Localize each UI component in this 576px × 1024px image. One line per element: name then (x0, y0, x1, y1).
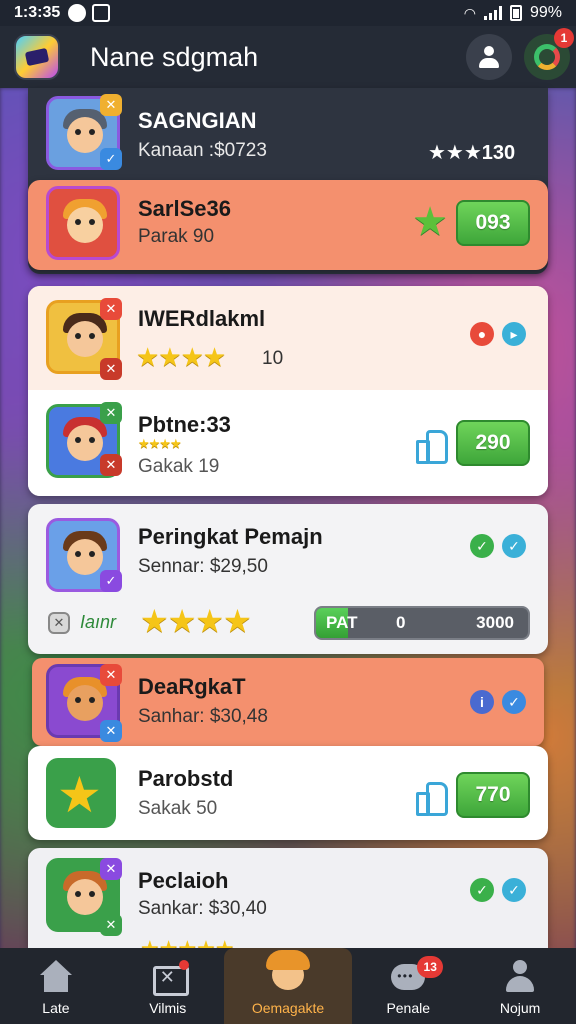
status-bar: 1:3:35 ◠ 99% (0, 0, 576, 26)
score-button[interactable]: 770 (456, 772, 530, 818)
person-icon (503, 960, 537, 994)
page-title: Nane sdgmah (90, 41, 259, 72)
nav-item-penale[interactable]: 13 Penale (352, 948, 464, 1024)
app-notification-icon (68, 4, 87, 22)
battery-level: 99% (529, 4, 562, 21)
star-logo-icon: ★ (57, 767, 102, 823)
player-name: Pbtne:33 (138, 412, 231, 437)
player-row[interactable]: ✕ ✕ Peclaioh Sankar: $30,40 ✓ ✓ ★★★★★ (28, 848, 548, 961)
progress-label: PAT (326, 613, 358, 632)
nav-item-oemagakte[interactable]: Oemagakte (223, 948, 353, 1024)
status-time: 1:3:35 (14, 4, 61, 21)
progress-bar: PAT 0 3000 (314, 606, 530, 640)
nav-item-late[interactable]: Late (0, 948, 112, 1024)
nav-label: Oemagakte (251, 1000, 325, 1016)
close-badge-icon: ✕ (100, 664, 122, 686)
app-header: Nane sdgmah 1 (0, 26, 576, 88)
play-icon[interactable]: ▸ (502, 322, 526, 346)
avatar (46, 186, 120, 260)
avatar: ★ (46, 758, 116, 828)
card-subtitle: Kanaan :$0723 (138, 140, 267, 161)
close-badge-icon: ✕ (100, 858, 122, 880)
player-sub: Parak 90 (138, 226, 215, 247)
signal-icon (483, 6, 502, 20)
chat-icon: 13 (391, 956, 444, 994)
verified-icon[interactable]: ✓ (502, 878, 526, 902)
close-badge-icon: ✕ (100, 94, 122, 116)
player-row[interactable]: ✕ ✕ Pbtne:33 ★★★★ Gakak 19 290 (28, 392, 548, 496)
nav-label: Vilmis (149, 1000, 187, 1016)
player-sub: Sakak 50 (138, 798, 218, 819)
home-icon (39, 960, 73, 994)
thumbs-up-icon[interactable] (414, 780, 448, 816)
nav-item-vilmis[interactable]: Vilmis (112, 948, 224, 1024)
close-badge-icon: ✕ (100, 298, 122, 320)
chat-badge: 13 (417, 956, 444, 978)
verified-icon[interactable]: ✓ (502, 534, 526, 558)
info-icon[interactable]: i (470, 690, 494, 714)
rating-value: 10 (262, 348, 284, 369)
check-badge-icon: ✓ (100, 148, 122, 170)
profile-button[interactable] (466, 34, 512, 80)
player-card: ✕ ✕ IWERdlakml ★★★★ 10 ● ▸ ✕ ✕ Pbtne:33 … (28, 286, 548, 496)
check-icon[interactable]: ✓ (470, 878, 494, 902)
player-sub: Sennar: $29,50 (138, 556, 268, 577)
player-sub: Sanhar: $30,48 (138, 706, 268, 727)
player-sub: Sankar: $30,40 (138, 898, 267, 919)
player-row-highlighted[interactable]: ✕ ✕ DeaRgkaT Sanhar: $30,48 i ✓ (32, 658, 544, 746)
close-badge-icon: ✕ (100, 720, 122, 742)
progress-mid: 0 (396, 613, 406, 632)
battery-icon (509, 5, 522, 21)
close-badge-icon: ✕ (100, 402, 122, 424)
nav-label: Penale (386, 1000, 431, 1016)
rating-stars: ★★★★ (136, 342, 226, 372)
check-badge-icon: ✓ (100, 570, 122, 592)
nav-label: Nojum (499, 1000, 541, 1016)
verified-icon[interactable]: ✓ (502, 690, 526, 714)
featured-player-row[interactable]: SarlSe36 Parak 90 ★ 093 (28, 180, 548, 270)
close-badge-icon: ✕ (100, 914, 122, 936)
player-card-expanded[interactable]: ✓ Peringkat Pemajn Sennar: $29,50 ✓ ✓ ✕ … (28, 504, 548, 654)
user-icon (478, 46, 500, 68)
notifications-button[interactable]: 1 (524, 28, 574, 80)
player-row[interactable]: ★ Parobstd Sakak 50 770 (28, 746, 548, 840)
notification-badge: 1 (554, 28, 574, 48)
player-name: IWERdlakml (138, 306, 266, 331)
score-button[interactable]: 290 (456, 420, 530, 466)
wifi-icon: ◠ (463, 4, 476, 21)
thumbs-up-icon[interactable] (414, 428, 448, 464)
mail-icon (151, 960, 189, 996)
gallery-icon (92, 4, 111, 22)
close-badge-icon: ✕ (100, 358, 122, 380)
rating-stars: ★★★★ (140, 603, 252, 639)
player-name: Parobstd (138, 766, 234, 791)
game-ring-icon (534, 44, 560, 70)
player-name: DeaRgkaT (138, 674, 246, 699)
check-icon[interactable]: ✓ (470, 534, 494, 558)
score-button[interactable]: 093 (456, 200, 530, 246)
alert-icon[interactable]: ● (470, 322, 494, 346)
card-rating: ★★★130 (428, 142, 516, 164)
player-tag: Iaınr (80, 612, 117, 632)
player-name: Peclaioh (138, 868, 229, 893)
bottom-nav: Late Vilmis Oemagakte 13 Penale Nojum (0, 948, 576, 1024)
rating-stars-small: ★★★★ (138, 436, 182, 451)
close-box-icon[interactable]: ✕ (48, 612, 70, 634)
close-badge-icon: ✕ (100, 454, 122, 476)
card-title: SAGNGIAN (138, 108, 257, 133)
player-name: SarlSe36 (138, 196, 231, 221)
nav-label: Late (42, 1000, 70, 1016)
favorite-star-icon[interactable]: ★ (412, 202, 448, 242)
app-logo-icon[interactable] (14, 34, 60, 80)
player-name: Peringkat Pemajn (138, 524, 323, 549)
character-icon (260, 948, 316, 996)
unread-dot (178, 960, 189, 970)
player-row[interactable]: ✕ ✕ IWERdlakml ★★★★ 10 ● ▸ (28, 286, 548, 390)
player-sub: Gakak 19 (138, 456, 220, 477)
progress-value: 3000 (476, 613, 514, 632)
nav-item-nojum[interactable]: Nojum (464, 948, 576, 1024)
